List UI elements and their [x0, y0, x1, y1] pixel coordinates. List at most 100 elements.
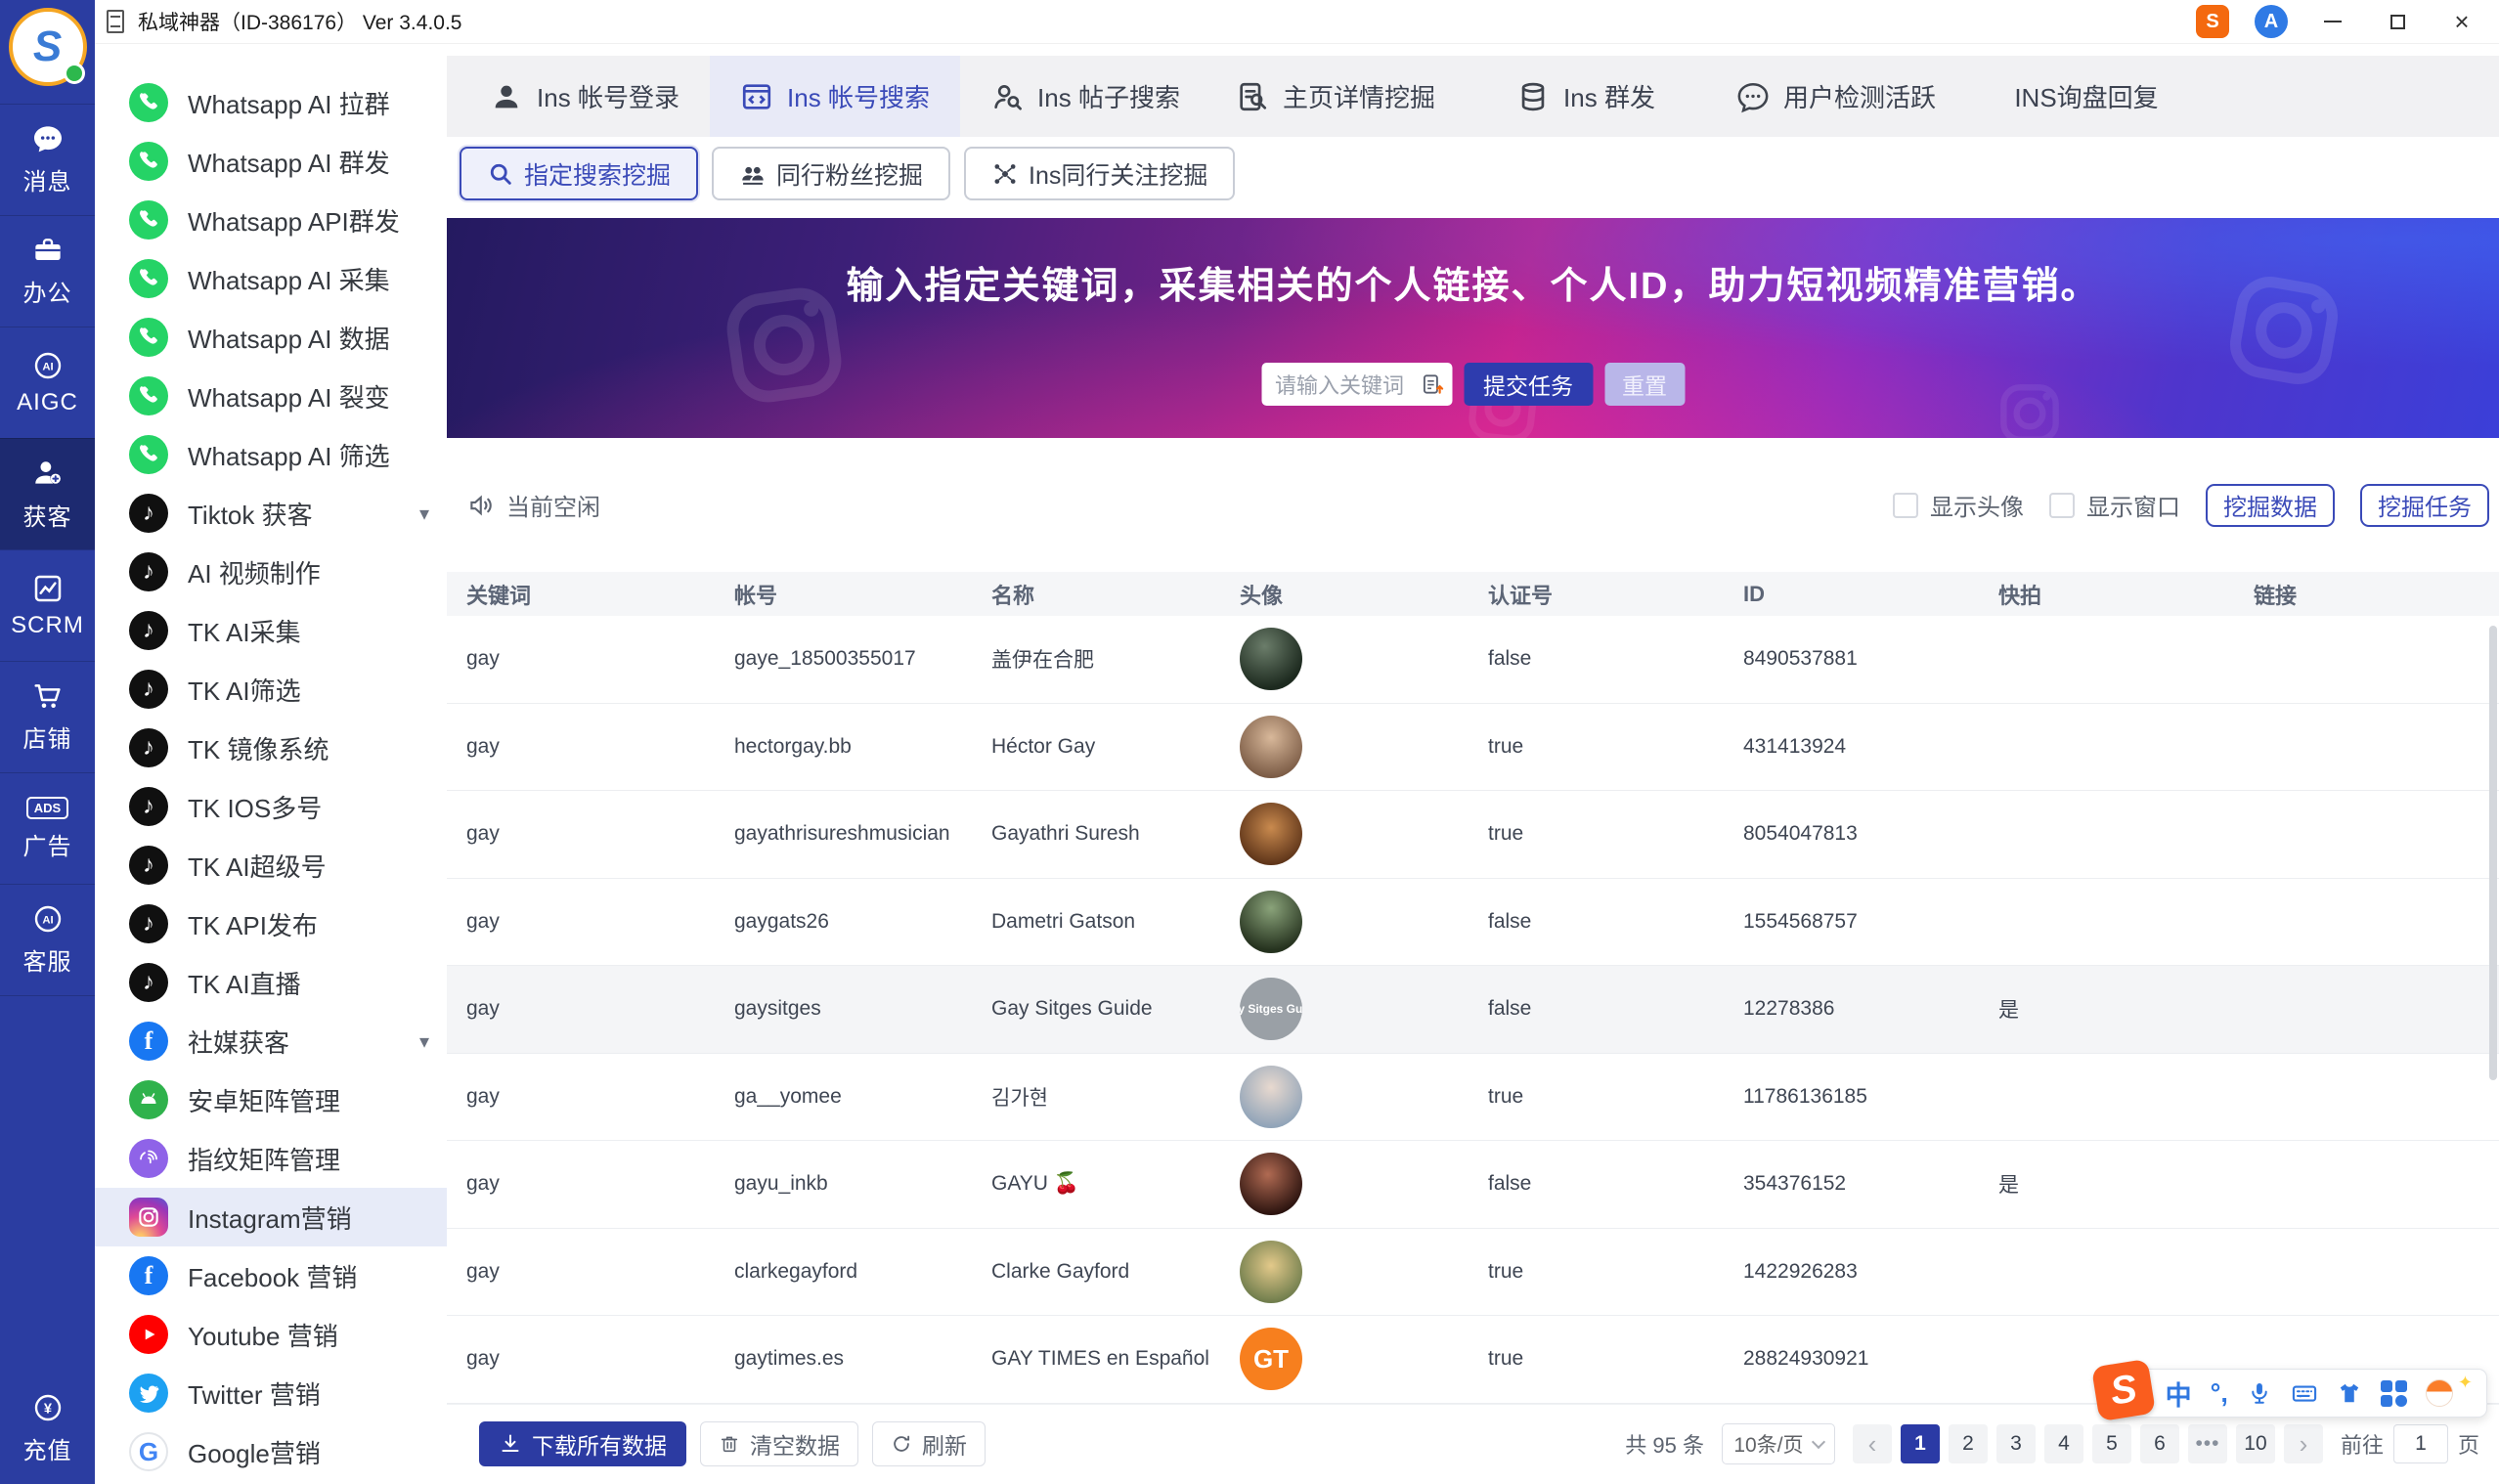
keyword-input[interactable]: 请输入关键词 — [1261, 363, 1452, 406]
minimize-button[interactable] — [2313, 5, 2352, 38]
sidebar-item-facebook-marketing[interactable]: f Facebook 营销 — [95, 1246, 447, 1305]
sidebar-item-google-marketing[interactable]: G Google营销 — [95, 1422, 447, 1481]
page-button[interactable]: 4 — [2043, 1424, 2083, 1464]
tab-ins-account-login[interactable]: Ins 帐号登录 — [460, 56, 710, 137]
goto-page-input[interactable]: 1 — [2392, 1424, 2448, 1464]
checkbox-box[interactable] — [2049, 492, 2075, 518]
import-clipboard-icon[interactable] — [1419, 371, 1444, 397]
tab-ins-post-search[interactable]: Ins 帖子搜索 — [960, 56, 1210, 137]
mascot-icon[interactable] — [2425, 1379, 2453, 1407]
submit-task-button[interactable]: 提交任务 — [1464, 363, 1593, 406]
vertical-scrollbar-thumb[interactable] — [2489, 626, 2497, 1080]
subtab-peer-following-mining[interactable]: Ins同行关注挖掘 — [964, 147, 1236, 200]
whatsapp-icon — [129, 142, 168, 181]
maximize-button[interactable] — [2378, 5, 2417, 38]
refresh-button[interactable]: 刷新 — [872, 1421, 986, 1467]
sidebar-item-ai-video[interactable]: ♪ AI 视频制作 — [95, 543, 447, 601]
table-row[interactable]: gay clarkegayford Clarke Gayford true 14… — [447, 1229, 2499, 1316]
subtab-peer-fans-mining[interactable]: 同行粉丝挖掘 — [712, 147, 951, 200]
tab-ins-inquiry-reply[interactable]: INS询盘回复 — [1961, 56, 2212, 137]
rail-item-ads[interactable]: ADS 广告 — [0, 772, 95, 884]
page-button[interactable]: ••• — [2187, 1424, 2227, 1464]
sidebar-item-tk-ai-caiji[interactable]: ♪ TK AI采集 — [95, 601, 447, 660]
punctuation-icon[interactable]: °, — [2211, 1378, 2228, 1409]
cell-account: hectorgay.bb — [734, 734, 852, 758]
table-row[interactable]: gay gayu_inkb GAYU 🍒 false 354376152 是 — [447, 1141, 2499, 1229]
rail-item-acquisition[interactable]: 获客 — [0, 438, 95, 549]
next-page-button[interactable]: › — [2283, 1424, 2323, 1464]
table-row[interactable]: gay ga__yomee 김가현 true 11786136185 — [447, 1054, 2499, 1141]
sidebar-item-instagram-marketing[interactable]: Instagram营销 — [95, 1188, 447, 1246]
sidebar-group-social[interactable]: f 社媒获客 ▾ — [95, 1012, 447, 1070]
sidebar-item-android-matrix[interactable]: 安卓矩阵管理 — [95, 1070, 447, 1129]
sidebar-group-tiktok[interactable]: ♪ Tiktok 获客 ▾ — [95, 484, 447, 543]
page-button[interactable]: 2 — [1948, 1424, 1988, 1464]
download-all-button[interactable]: 下载所有数据 — [479, 1421, 686, 1467]
cell-avatar — [1220, 616, 1469, 703]
sidebar-item-whatsapp-ai-caiji[interactable]: Whatsapp AI 采集 — [95, 249, 447, 308]
chevron-down-icon[interactable]: ▾ — [419, 502, 429, 526]
show-avatar-checkbox[interactable]: 显示头像 — [1893, 488, 2024, 522]
table-row[interactable]: gay gaye_18500355017 盖伊在合肥 false 8490537… — [447, 616, 2499, 704]
cell-verified: true — [1488, 1259, 1524, 1283]
chevron-down-icon — [1811, 1435, 1825, 1450]
chevron-down-icon[interactable]: ▾ — [419, 1029, 429, 1054]
sidebar-item-tk-ios[interactable]: ♪ TK IOS多号 — [95, 777, 447, 836]
tray-sogou-icon[interactable]: S — [2196, 5, 2229, 38]
rail-item-service[interactable]: 客服 — [0, 884, 95, 995]
mine-task-button[interactable]: 挖掘任务 — [2360, 483, 2489, 527]
show-window-checkbox[interactable]: 显示窗口 — [2049, 488, 2180, 522]
page-size-select[interactable]: 10条/页 — [1721, 1423, 1835, 1465]
rail-item-office[interactable]: 办公 — [0, 215, 95, 327]
page-button[interactable]: 6 — [2139, 1424, 2179, 1464]
rail-item-messages[interactable]: 消息 — [0, 104, 95, 215]
rail-item-scrm[interactable]: SCRM — [0, 549, 95, 661]
microphone-icon[interactable] — [2247, 1380, 2272, 1406]
sidebar-item-tk-api[interactable]: ♪ TK API发布 — [95, 895, 447, 953]
sidebar-item-youtube-marketing[interactable]: Youtube 营销 — [95, 1305, 447, 1364]
sidebar-item-fingerprint-matrix[interactable]: 指纹矩阵管理 — [95, 1129, 447, 1188]
rail-item-recharge[interactable]: 充值 — [0, 1373, 95, 1484]
rail-item-aigc[interactable]: AIGC — [0, 327, 95, 438]
sidebar-item-whatsapp-ai-liebian[interactable]: Whatsapp AI 裂变 — [95, 367, 447, 425]
page-button[interactable]: 10 — [2235, 1424, 2275, 1464]
rail-item-shop[interactable]: 店铺 — [0, 661, 95, 772]
tab-homepage-mining[interactable]: 主页详情挖掘 — [1210, 56, 1461, 137]
page-button[interactable]: 5 — [2091, 1424, 2131, 1464]
sidebar-item-twitter-marketing[interactable]: Twitter 营销 — [95, 1364, 447, 1422]
clear-data-button[interactable]: 清空数据 — [700, 1421, 858, 1467]
subtab-keyword-search-mining[interactable]: 指定搜索挖掘 — [460, 147, 699, 200]
avatar-label: GT — [1252, 1343, 1290, 1374]
reset-button[interactable]: 重置 — [1604, 363, 1685, 406]
table-row[interactable]: gay gaygats26 Dametri Gatson false 15545… — [447, 879, 2499, 966]
sidebar-item-whatsapp-ai-laqun[interactable]: Whatsapp AI 拉群 — [95, 73, 447, 132]
page-button[interactable]: 3 — [1995, 1424, 2036, 1464]
skin-shirt-icon[interactable] — [2337, 1380, 2362, 1406]
tab-user-activity-check[interactable]: 用户检测活跃 — [1711, 56, 1961, 137]
table-row[interactable]: gay hectorgay.bb Héctor Gay true 4314139… — [447, 704, 2499, 791]
keyboard-icon[interactable] — [2291, 1379, 2318, 1407]
table-row[interactable]: gay gayathrisureshmusician Gayathri Sure… — [447, 791, 2499, 879]
prev-page-button[interactable]: ‹ — [1852, 1424, 1892, 1464]
sogou-logo-icon[interactable]: S — [2090, 1358, 2156, 1422]
tray-assistant-icon[interactable]: A — [2255, 5, 2288, 38]
toolbox-icon[interactable] — [2380, 1379, 2407, 1407]
mine-data-button[interactable]: 挖掘数据 — [2206, 483, 2335, 527]
sidebar-item-whatsapp-api-qunfa[interactable]: Whatsapp API群发 — [95, 191, 447, 249]
tab-ins-mass-send[interactable]: Ins 群发 — [1461, 56, 1711, 137]
sidebar-item-tk-live[interactable]: ♪ TK AI直播 — [95, 953, 447, 1012]
sidebar-item-tk-super[interactable]: ♪ TK AI超级号 — [95, 836, 447, 895]
sidebar-item-tk-mirror[interactable]: ♪ TK 镜像系统 — [95, 719, 447, 777]
cell-story — [1979, 879, 2234, 966]
page-button[interactable]: 1 — [1900, 1424, 1940, 1464]
sidebar-item-tk-ai-shaixuan[interactable]: ♪ TK AI筛选 — [95, 660, 447, 719]
cell-account: gayathrisureshmusician — [734, 822, 950, 846]
sidebar-item-whatsapp-ai-shuju[interactable]: Whatsapp AI 数据 — [95, 308, 447, 367]
chinese-mode-icon[interactable]: 中 — [2166, 1375, 2192, 1413]
tab-ins-account-search[interactable]: Ins 帐号搜索 — [710, 56, 960, 137]
table-row[interactable]: gay gaysitges Gay Sitges Guide Gay Sitge… — [447, 966, 2499, 1054]
close-button[interactable]: × — [2442, 5, 2481, 38]
checkbox-box[interactable] — [1893, 492, 1918, 518]
sidebar-item-whatsapp-ai-shaixuan[interactable]: Whatsapp AI 筛选 — [95, 425, 447, 484]
sidebar-item-whatsapp-ai-qunfa[interactable]: Whatsapp AI 群发 — [95, 132, 447, 191]
